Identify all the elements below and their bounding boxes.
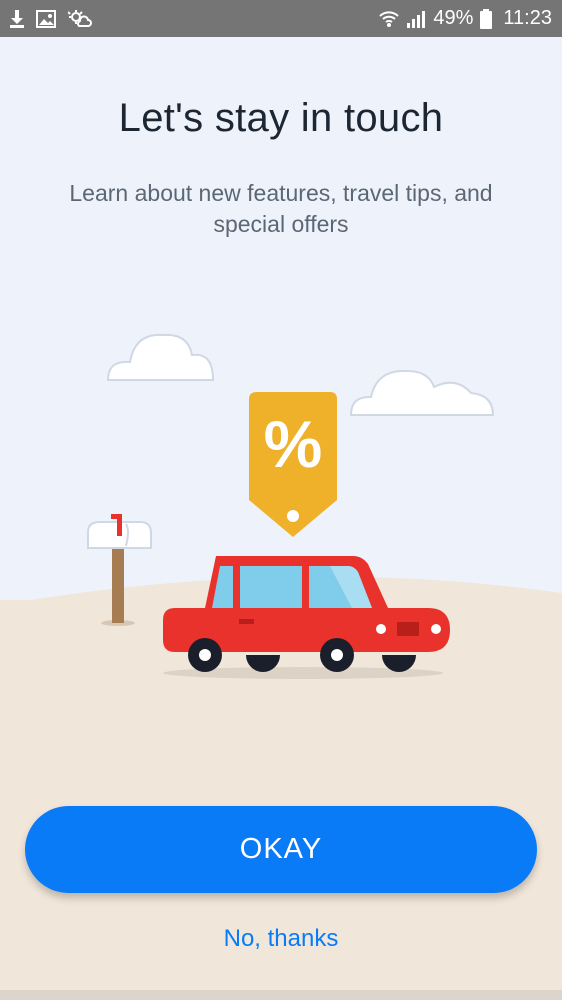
download-icon xyxy=(10,9,24,28)
status-right-icons: 49% 11:23 xyxy=(379,7,552,30)
status-bar: 49% 11:23 xyxy=(0,0,562,37)
image-icon xyxy=(36,9,56,28)
okay-button[interactable]: OKAY xyxy=(25,806,537,893)
discount-tag-icon: % xyxy=(249,392,337,537)
cloud-right-icon xyxy=(349,369,495,416)
page-title: Let's stay in touch xyxy=(118,96,444,140)
cloud-left-icon xyxy=(106,333,215,381)
no-thanks-link[interactable]: No, thanks xyxy=(0,925,562,953)
status-left-icons xyxy=(10,9,92,28)
weather-icon xyxy=(68,9,92,28)
car-rear-wheel xyxy=(320,638,354,672)
tag-percent-symbol: % xyxy=(264,407,323,481)
clock: 11:23 xyxy=(503,7,552,29)
wifi-icon xyxy=(379,10,400,28)
bottom-strip xyxy=(0,990,562,1000)
car-front-wheel xyxy=(188,638,222,672)
car-illustration: % xyxy=(0,333,562,700)
signal-icon xyxy=(406,10,426,28)
page-subtitle: Learn about new features, travel tips, a… xyxy=(69,180,493,237)
battery-percent: 49% xyxy=(433,7,474,29)
battery-icon xyxy=(480,8,493,29)
